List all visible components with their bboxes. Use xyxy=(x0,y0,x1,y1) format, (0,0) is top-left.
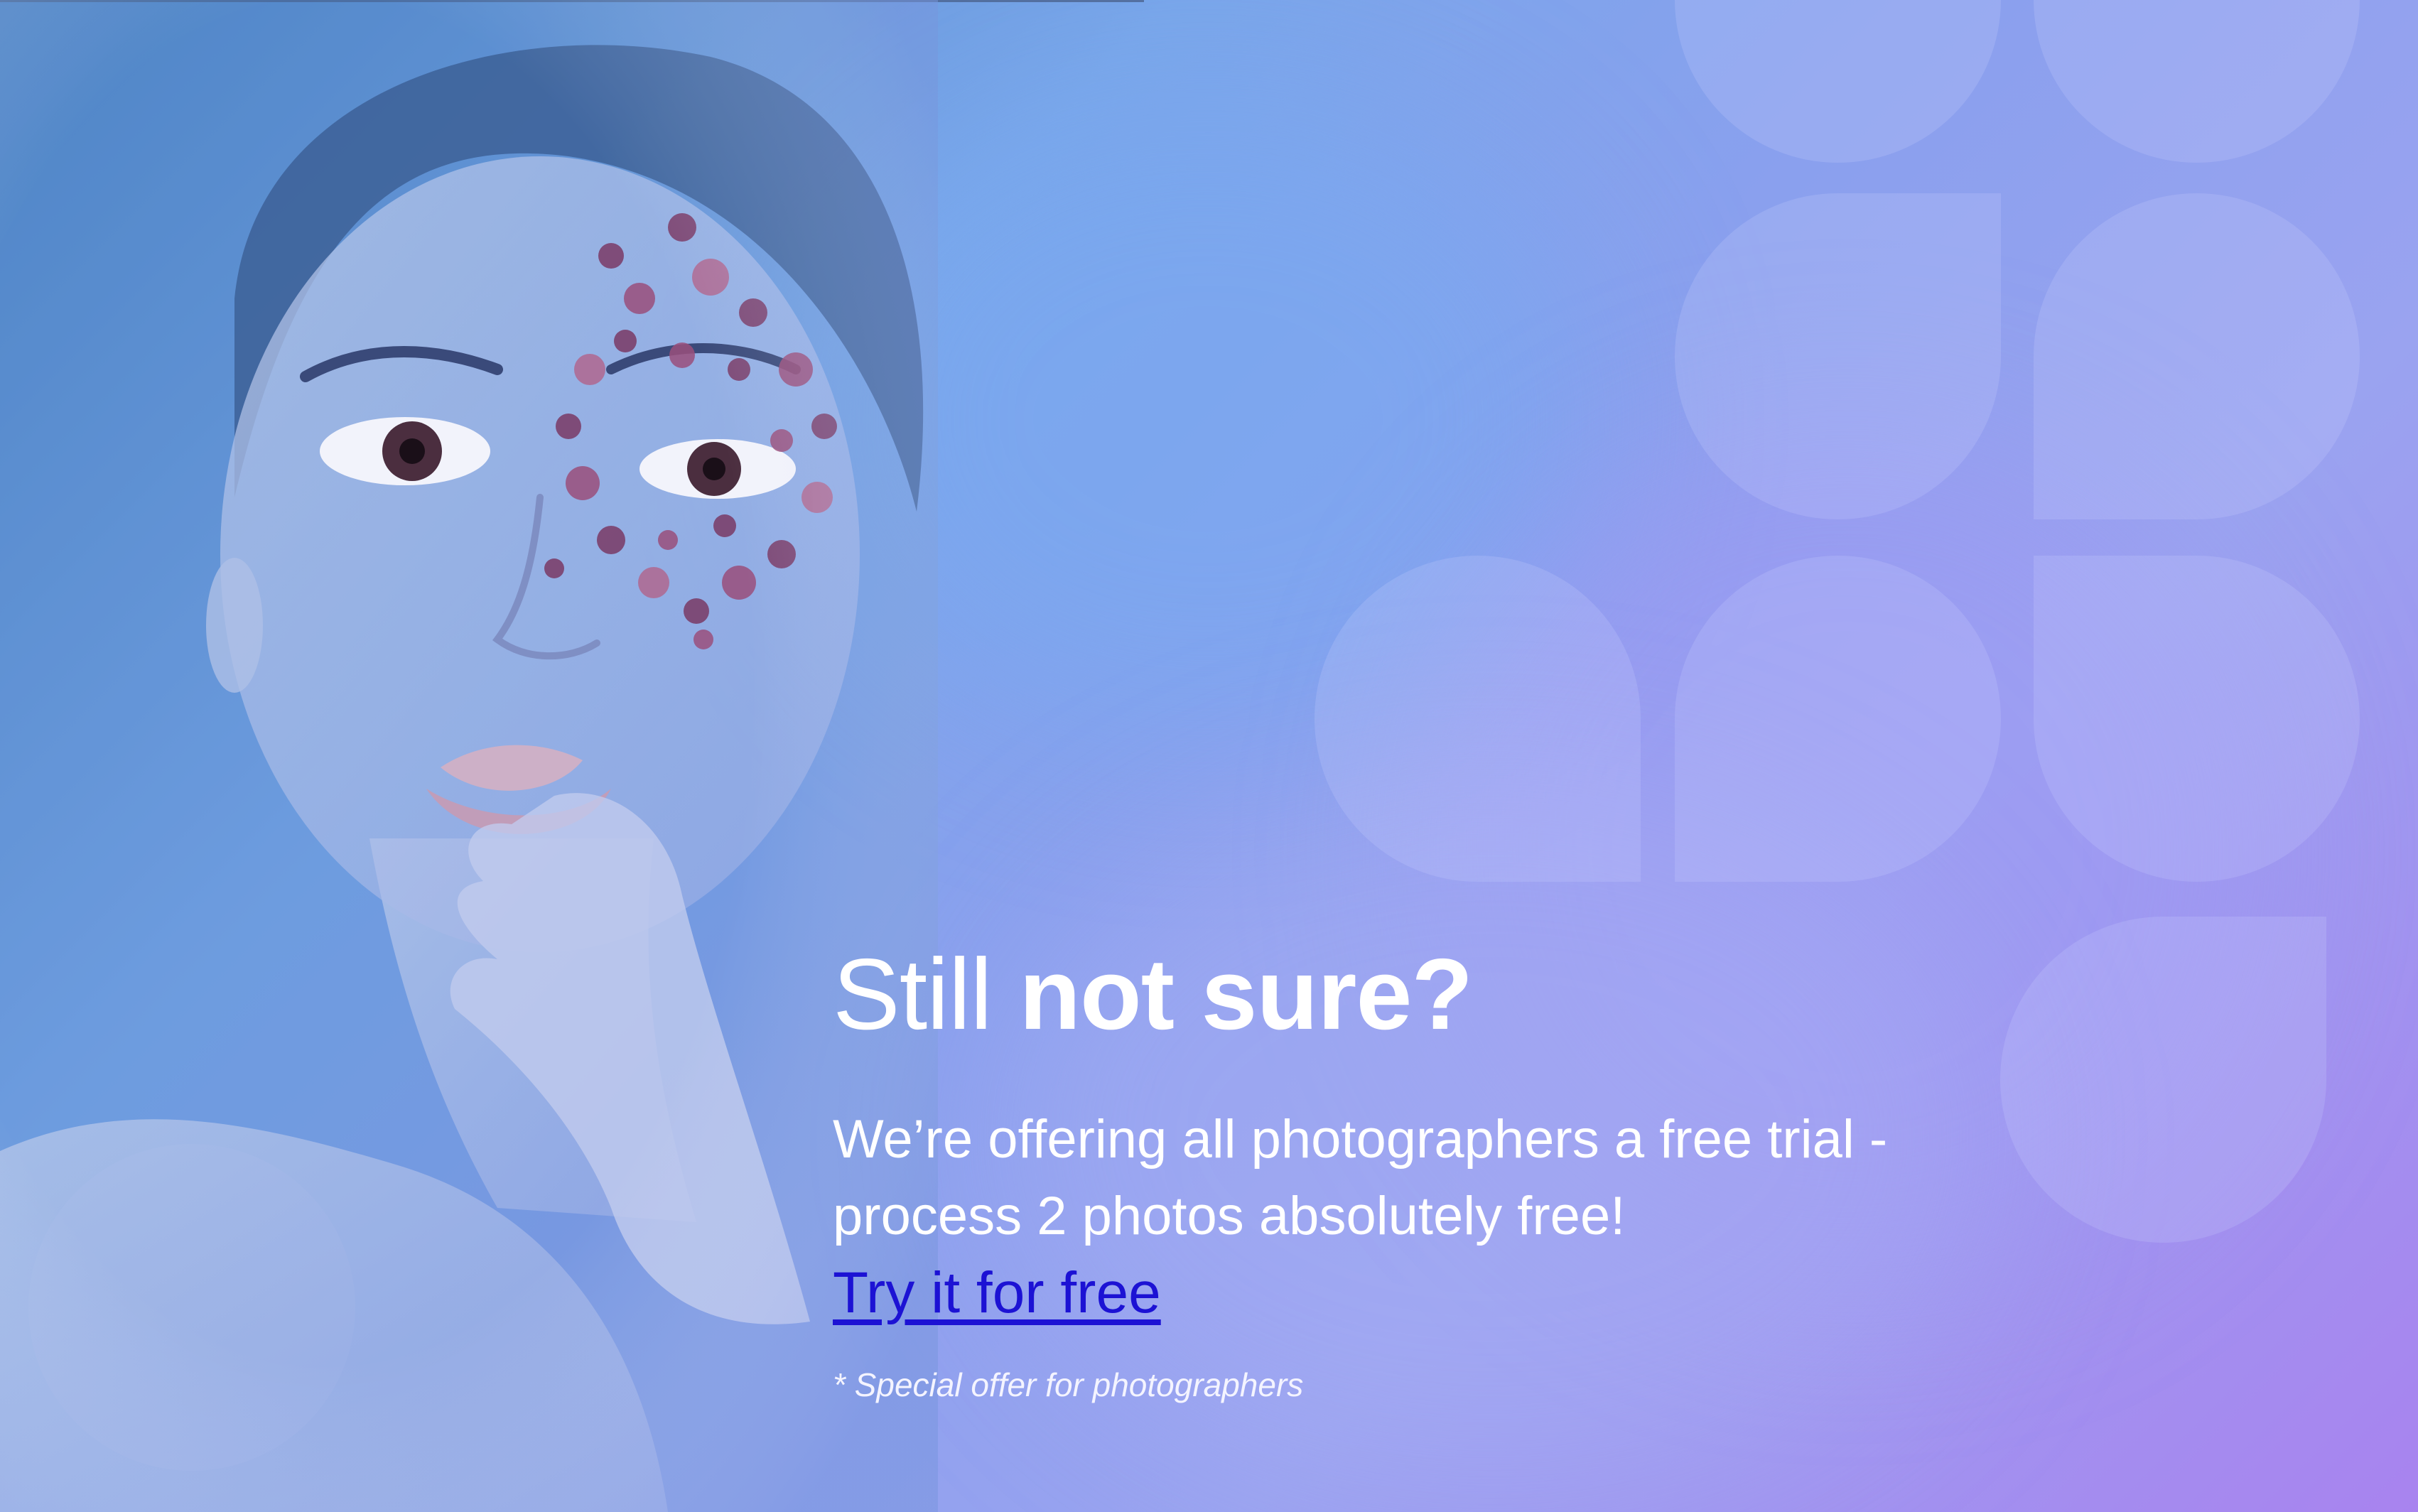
heading-bold-text: not sure? xyxy=(1019,938,1473,1051)
promo-content: Still not sure? We’re offering all photo… xyxy=(833,938,2041,1404)
portrait-illustration xyxy=(0,0,938,1512)
decorative-shape xyxy=(2034,193,2360,519)
decorative-shape xyxy=(1675,556,2001,882)
promo-description: We’re offering all photographers a free … xyxy=(833,1101,2041,1333)
special-offer-note: * Special offer for photographers xyxy=(833,1366,1304,1403)
decorative-shape xyxy=(1675,193,2001,519)
promo-description-line: We’re offering all photographers a free … xyxy=(833,1109,1888,1170)
heading-light-text: Still xyxy=(833,938,993,1051)
decorative-shape xyxy=(2000,917,2326,1243)
decorative-shape xyxy=(2034,556,2360,882)
promo-heading: Still not sure? xyxy=(833,938,2041,1052)
decorative-shape xyxy=(2034,0,2360,163)
portrait-image xyxy=(0,0,938,1512)
decorative-shape xyxy=(1315,556,1641,882)
promo-description-line: process 2 photos absolutely free! xyxy=(833,1186,1626,1246)
decorative-shape xyxy=(1675,0,2001,163)
try-free-link[interactable]: Try it for free xyxy=(833,1255,1161,1332)
